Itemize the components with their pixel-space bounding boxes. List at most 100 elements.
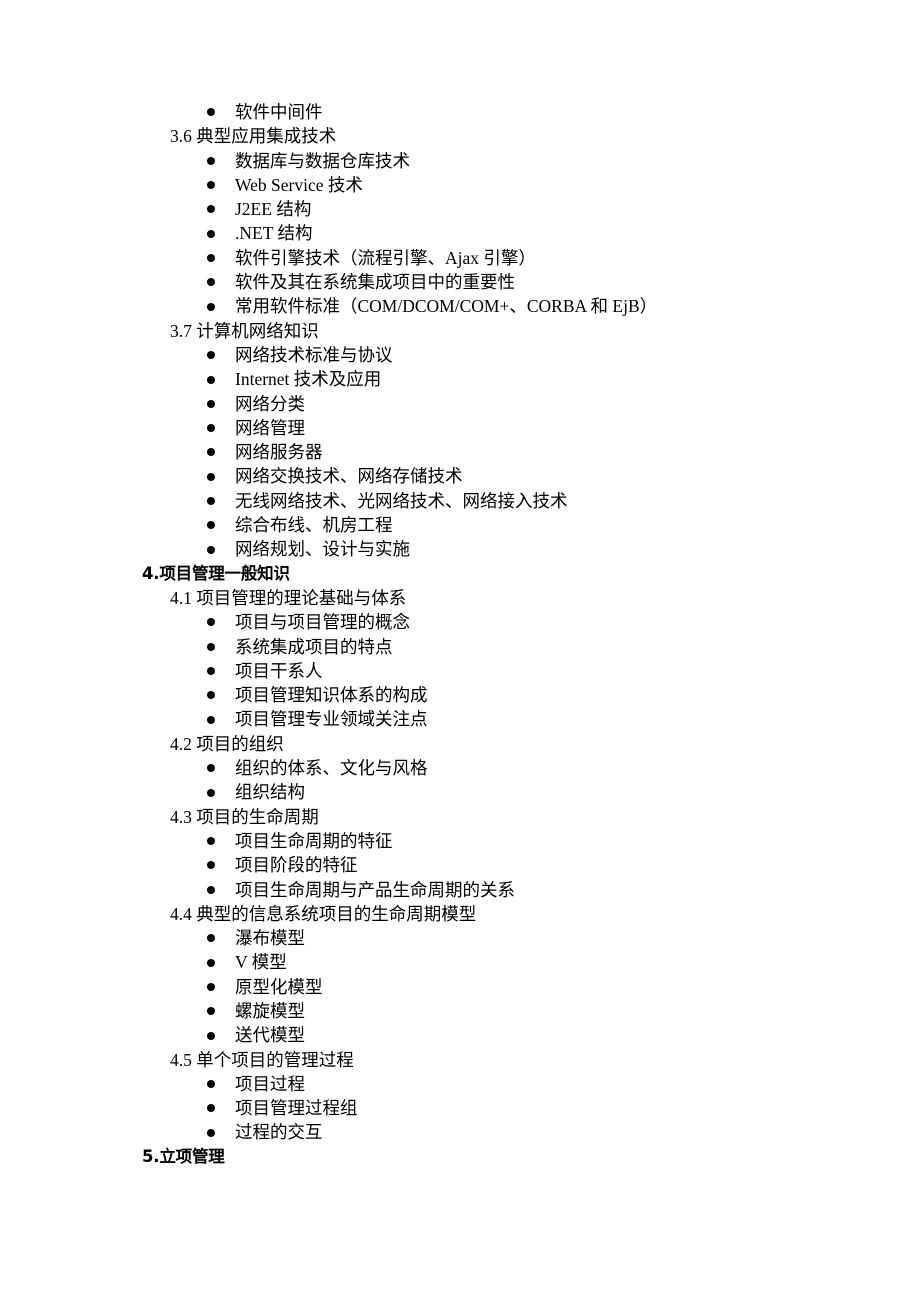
bullet-point-icon [207, 392, 235, 416]
outline-bullet-item: 项目管理过程组 [0, 1096, 920, 1120]
outline-subheading: 4.3 项目的生命周期 [170, 806, 319, 827]
outline-bullet-label: 网络分类 [235, 393, 305, 414]
outline-bullet-label: 软件中间件 [235, 102, 323, 122]
bullet-point-icon [207, 950, 235, 974]
bullet-point-icon [207, 780, 235, 804]
bullet-point-icon [207, 659, 235, 683]
outline-bullet-item: 网络服务器 [0, 440, 920, 464]
outline-bullet-item: 数据库与数据仓库技术 [0, 149, 920, 173]
bullet-point-icon [207, 829, 235, 853]
outline-bullet-item: 送代模型 [0, 1023, 920, 1047]
outline-bullet-label: 网络技术标准与协议 [235, 344, 393, 365]
outline-bullet-item: 项目与项目管理的概念 [0, 610, 920, 634]
bullet-point-icon [207, 489, 235, 513]
outline-subheading: 3.7 计算机网络知识 [170, 320, 319, 341]
document-page: 软件中间件 3.6 典型应用集成技术数据库与数据仓库技术 Web Service 技… [0, 0, 920, 1302]
outline-bullet-label: Web Service 技术 [235, 174, 363, 195]
outline-bullet-label: 网络管理 [235, 417, 305, 438]
outline-bullet-item: 常用软件标准（COM/DCOM/COM+、CORBA 和 EjB） [0, 294, 920, 318]
outline-subheading: 4.4 典型的信息系统项目的生命周期模型 [170, 903, 477, 924]
bullet-point-icon [207, 440, 235, 464]
outline-bullet-item: 项目管理专业领域关注点 [0, 707, 920, 731]
outline-bullet-label: 瀑布模型 [235, 928, 305, 949]
outline-bullet-item: 无线网络技术、光网络技术、网络接入技术 [0, 489, 920, 513]
outline-heading: 5.立项管理 [142, 1146, 225, 1166]
outline-bullet-item: 网络规划、设计与实施 [0, 537, 920, 561]
bullet-point-icon [207, 878, 235, 902]
outline-content: 软件中间件 3.6 典型应用集成技术数据库与数据仓库技术 Web Service 技… [0, 100, 920, 1169]
outline-bullet-item: 过程的交互 [0, 1120, 920, 1144]
outline-bullet-label: 过程的交互 [235, 1122, 323, 1143]
outline-bullet-label: 无线网络技术、光网络技术、网络接入技术 [235, 490, 568, 511]
outline-bullet-item: 项目阶段的特征 [0, 853, 920, 877]
outline-bullet-item: 原型化模型 [0, 975, 920, 999]
outline-bullet-label: 数据库与数据仓库技术 [235, 150, 410, 171]
outline-bullet-item: 螺旋模型 [0, 999, 920, 1023]
bullet-point-icon [207, 343, 235, 367]
outline-bullet-label: 项目生命周期的特征 [235, 830, 393, 851]
outline-bullet-label: Internet 技术及应用 [235, 369, 382, 390]
outline-bullet-label: 项目干系人 [235, 660, 323, 681]
outline-bullet-item: 项目管理知识体系的构成 [0, 683, 920, 707]
outline-bullet-item: 网络分类 [0, 392, 920, 416]
outline-bullet-label: 项目管理知识体系的构成 [235, 685, 428, 706]
outline-bullet-label: 原型化模型 [235, 976, 323, 997]
bullet-point-icon [207, 975, 235, 999]
bullet-point-icon [207, 221, 235, 245]
bullet-point-icon [207, 1023, 235, 1047]
outline-bullet-label: 常用软件标准（COM/DCOM/COM+、CORBA 和 EjB） [235, 296, 658, 317]
outline-subheading: 3.6 典型应用集成技术 [170, 126, 337, 147]
outline-bullet-label: 综合布线、机房工程 [235, 515, 393, 536]
outline-bullet-item: Web Service 技术 [0, 173, 920, 197]
outline-subheading: 4.5 单个项目的管理过程 [170, 1049, 354, 1070]
outline-bullet-item: J2EE 结构 [0, 197, 920, 221]
outline-bullet-label: 网络交换技术、网络存储技术 [235, 466, 463, 487]
outline-bullet-item: V 模型 [0, 950, 920, 974]
outline-bullet-item: 瀑布模型 [0, 926, 920, 950]
outline-bullet-item: 项目干系人 [0, 659, 920, 683]
outline-bullet-item: .NET 结构 [0, 221, 920, 245]
outline-bullet-label: 项目与项目管理的概念 [235, 612, 410, 633]
bullet-point-icon [207, 1120, 235, 1144]
bullet-point-icon [207, 246, 235, 270]
bullet-point-icon [207, 416, 235, 440]
outline-bullet-item: 软件引擎技术（流程引擎、Ajax 引擎） [0, 246, 920, 270]
bullet-point-icon [207, 537, 235, 561]
bullet-point-icon [207, 294, 235, 318]
outline-bullet-item: 网络管理 [0, 416, 920, 440]
bullet-point-icon [207, 853, 235, 877]
outline-bullet-item: 项目生命周期的特征 [0, 829, 920, 853]
bullet-point-icon [207, 926, 235, 950]
outline-bullet-label: 软件及其在系统集成项目中的重要性 [235, 272, 515, 293]
bullet-point-icon [207, 635, 235, 659]
outline-bullet-label: 项目管理过程组 [235, 1098, 358, 1119]
outline-bullet-item: 系统集成项目的特点 [0, 635, 920, 659]
bullet-point-icon [207, 683, 235, 707]
outline-heading: 4.项目管理一般知识 [142, 563, 290, 583]
outline-subheading: 4.1 项目管理的理论基础与体系 [170, 587, 407, 608]
outline-bullet-label: 送代模型 [235, 1025, 305, 1046]
bullet-point-icon [207, 149, 235, 173]
bullet-point-icon [207, 197, 235, 221]
bullet-point-icon [207, 756, 235, 780]
bullet-point-icon [207, 464, 235, 488]
bullet-point-icon [207, 270, 235, 294]
bullet-point-icon [207, 367, 235, 391]
outline-bullet-label: 螺旋模型 [235, 1000, 305, 1021]
bullet-point-icon [207, 610, 235, 634]
outline-bullet-item: 软件中间件 [0, 100, 920, 124]
outline-bullet-label: 软件引擎技术（流程引擎、Ajax 引擎） [235, 247, 536, 268]
outline-bullet-label: 项目管理专业领域关注点 [235, 709, 428, 730]
outline-bullet-label: .NET 结构 [235, 223, 313, 244]
outline-bullet-label: 组织结构 [235, 782, 305, 803]
outline-bullet-label: 网络服务器 [235, 442, 323, 463]
outline-bullet-label: 系统集成项目的特点 [235, 636, 393, 657]
bullet-point-icon [207, 173, 235, 197]
bullet-point-icon [207, 1072, 235, 1096]
outline-bullet-item: 项目生命周期与产品生命周期的关系 [0, 878, 920, 902]
outline-bullet-item: 综合布线、机房工程 [0, 513, 920, 537]
bullet-point-icon [207, 100, 235, 124]
outline-bullet-item: 组织结构 [0, 780, 920, 804]
bullet-point-icon [207, 707, 235, 731]
outline-bullet-label: V 模型 [235, 952, 287, 973]
